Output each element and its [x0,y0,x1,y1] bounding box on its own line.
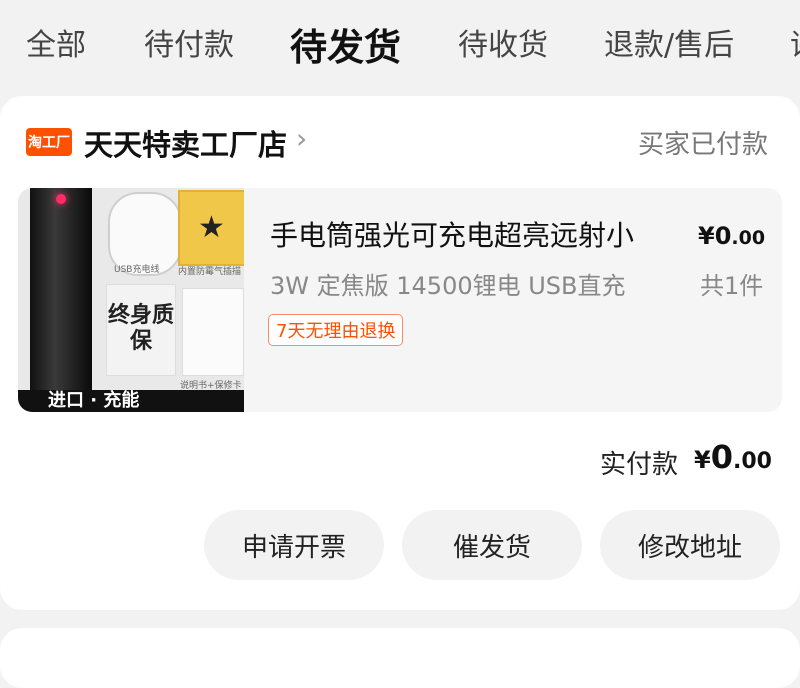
desiccant-card-image: ★ [178,190,244,266]
star-icon: ★ [198,210,225,245]
item-quantity: 共1件 [700,272,764,300]
tab-refund-aftersale[interactable]: 退款/售后 [604,20,734,64]
card-label: 内置防霉气插描 [178,267,242,277]
tab-pending-receipt[interactable]: 待收货 [458,20,548,64]
tab-pending-shipment[interactable]: 待发货 [290,17,401,71]
product-spec: 3W 定焦版 14500锂电 USB直充 [270,272,626,300]
thumbnail-banner: 进口 · 充能 [18,390,244,412]
item-price-main: ¥0 [698,222,732,250]
flashlight-image [30,188,92,412]
urge-shipment-button[interactable]: 催发货 [402,510,582,580]
product-thumbnail[interactable]: USB充电线 ★ 内置防霉气插描 终身质保 说明书+保修卡 进口 · 充能 [18,188,244,412]
next-order-card [0,628,800,688]
item-price-decimal: .00 [731,227,766,249]
paid-amount-decimal: .00 [732,449,772,474]
tab-pending-payment[interactable]: 待付款 [144,20,234,64]
return-policy-badge: 7天无理由退换 [268,314,404,346]
request-invoice-button[interactable]: 申请开票 [204,510,384,580]
manual-image [182,288,244,376]
warranty-card: 终身质保 [106,284,176,376]
change-address-button[interactable]: 修改地址 [600,510,780,580]
shop-name[interactable]: 天天特卖工厂店 [84,122,287,164]
tab-all[interactable]: 全部 [26,20,86,64]
shop-logo: 淘工厂 [26,128,72,156]
paid-amount-main: 0 [710,438,733,476]
tab-review-partial[interactable]: 评 [790,20,800,64]
paid-amount-label: 实付款 [600,450,679,480]
paid-currency: ¥ [694,446,711,474]
order-status: 买家已付款 [638,130,769,160]
flashlight-glow [56,194,66,204]
cable-label: USB充电线 [114,265,160,275]
product-title[interactable]: 手电筒强光可充电超亮远射小 [270,214,634,254]
order-tabs: 全部 待付款 待发货 待收货 退款/售后 评 [0,0,800,90]
item-price: ¥0.00 [698,222,765,250]
paid-amount: ¥0.00 [694,438,772,476]
chevron-right-icon[interactable]: › [296,122,307,155]
